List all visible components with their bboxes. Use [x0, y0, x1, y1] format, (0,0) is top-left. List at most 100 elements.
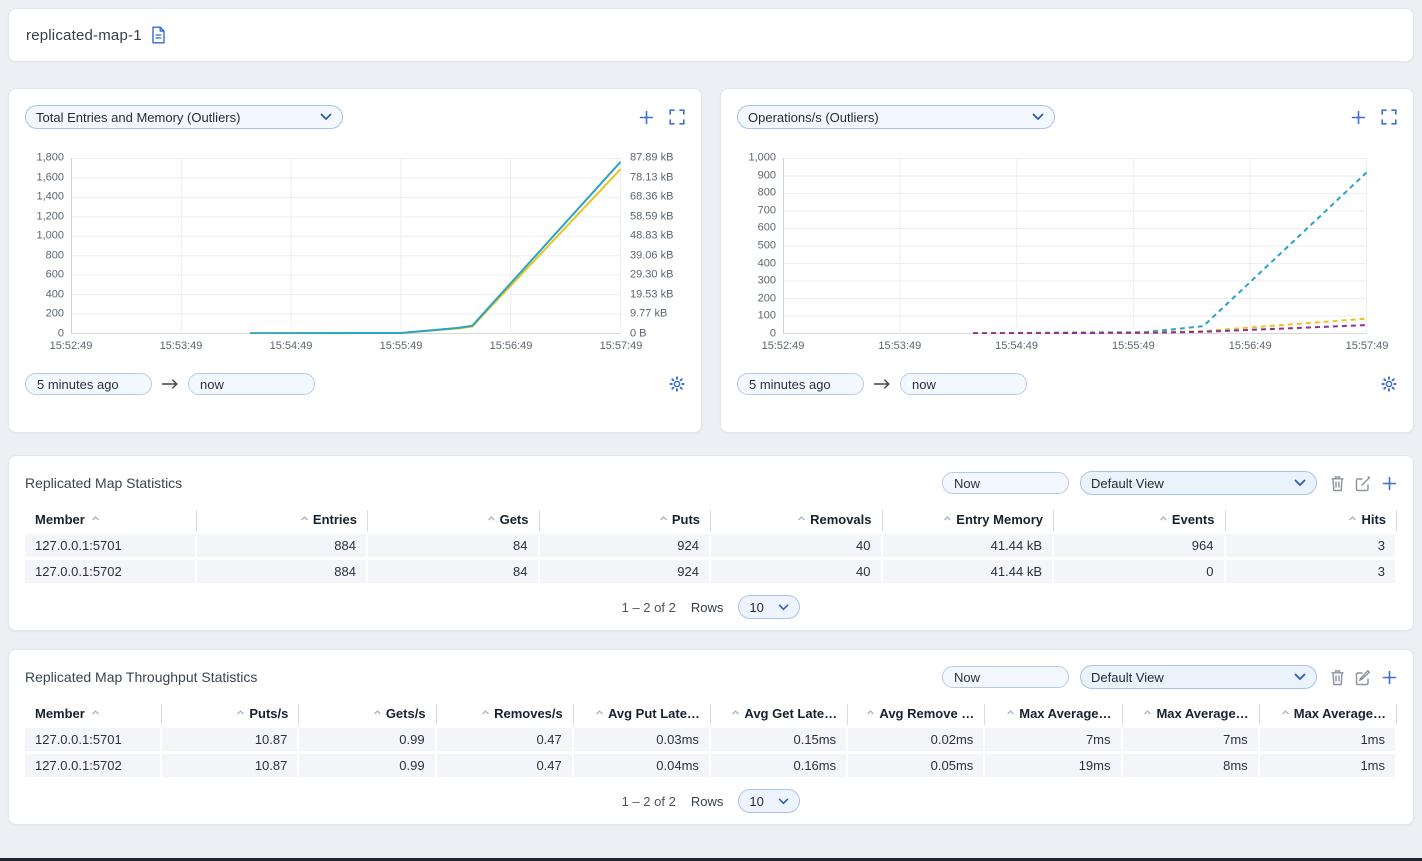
stats-table: MemberEntriesGetsPutsRemovalsEntry Memor… [25, 507, 1397, 586]
sort-caret-icon [91, 515, 100, 522]
view-select[interactable]: Default View [1080, 665, 1317, 689]
table-row[interactable]: 127.0.0.1:570210.870.990.470.04ms0.16ms0… [25, 754, 1397, 777]
y-axis-tick-label: 48.83 kB [630, 231, 673, 242]
y-axis-tick-label: 1,000 [748, 153, 776, 164]
add-view-button[interactable] [1382, 670, 1397, 685]
table-row[interactable]: 127.0.0.1:570110.870.990.470.03ms0.15ms0… [25, 728, 1397, 751]
gear-icon [669, 376, 685, 392]
chart-type-value: Operations/s (Outliers) [748, 110, 879, 125]
delete-view-button[interactable] [1330, 669, 1345, 686]
table-row[interactable]: 127.0.0.1:5702884849244041.44 kB03 [25, 560, 1397, 583]
table-cell: 7ms [985, 728, 1122, 751]
add-chart-button[interactable] [639, 110, 654, 125]
edit-view-button[interactable] [1355, 475, 1372, 492]
y-axis-tick-label: 400 [46, 289, 64, 300]
add-chart-button[interactable] [1351, 110, 1366, 125]
y-axis-tick-label: 1,400 [36, 192, 64, 203]
time-from-input[interactable] [25, 373, 152, 395]
fullscreen-icon [669, 109, 685, 125]
view-select-value: Default View [1091, 476, 1164, 491]
chart-type-select[interactable]: Operations/s (Outliers) [737, 105, 1055, 129]
time-from-input[interactable] [737, 373, 864, 395]
delete-view-button[interactable] [1330, 475, 1345, 492]
column-header-gets-s[interactable]: Gets/s [299, 704, 436, 725]
column-header-max-average[interactable]: Max Average… [985, 704, 1122, 725]
sort-caret-icon [481, 709, 490, 716]
time-to-input[interactable] [188, 373, 315, 395]
x-axis-tick-label: 15:52:49 [50, 340, 93, 352]
y-axis-tick-label: 78.13 kB [630, 172, 673, 183]
table-header-row: MemberPuts/sGets/sRemoves/sAvg Put Late…… [25, 704, 1397, 725]
y-axis-tick-label: 300 [758, 276, 776, 287]
column-header-removals[interactable]: Removals [711, 510, 883, 531]
column-header-entry-memory[interactable]: Entry Memory [883, 510, 1055, 531]
table-cell: 127.0.0.1:5702 [25, 754, 162, 777]
fullscreen-icon [1381, 109, 1397, 125]
chart-settings-button[interactable] [669, 376, 685, 392]
y-axis-tick-label: 200 [46, 309, 64, 320]
chart-svg [71, 158, 621, 334]
chart-panel-operations: Operations/s (Outliers) 1,00090080070060… [720, 88, 1414, 433]
column-header-max-average[interactable]: Max Average… [1260, 704, 1397, 725]
chevron-down-icon [778, 798, 789, 805]
sort-caret-icon [797, 515, 806, 522]
chart-settings-button[interactable] [1381, 376, 1397, 392]
column-header-max-average[interactable]: Max Average… [1123, 704, 1260, 725]
time-to-input[interactable] [900, 373, 1027, 395]
y-axis-tick-label: 29.30 kB [630, 270, 673, 281]
table-time-input[interactable] [942, 472, 1069, 494]
table-cell: 0 [1054, 560, 1226, 583]
column-header-removes-s[interactable]: Removes/s [437, 704, 574, 725]
rows-per-page-select[interactable]: 10 [738, 789, 800, 813]
sort-caret-icon [595, 709, 604, 716]
column-header-events[interactable]: Events [1054, 510, 1226, 531]
column-header-puts[interactable]: Puts [540, 510, 712, 531]
document-icon[interactable] [151, 26, 166, 44]
plus-icon [1382, 670, 1397, 685]
chevron-down-icon [1294, 479, 1306, 487]
column-header-hits[interactable]: Hits [1226, 510, 1398, 531]
table-cell: 1ms [1260, 728, 1397, 751]
table-row[interactable]: 127.0.0.1:5701884849244041.44 kB9643 [25, 534, 1397, 557]
x-axis-tick-label: 15:56:49 [1229, 340, 1272, 352]
expand-chart-button[interactable] [669, 109, 685, 125]
series-line-gets-per-s [973, 319, 1367, 334]
y-axis-tick-label: 100 [758, 311, 776, 322]
y-axis-tick-label: 1,600 [36, 172, 64, 183]
chevron-down-icon [1294, 673, 1306, 681]
table-cell: 0.02ms [848, 728, 985, 751]
y-axis-tick-label: 68.36 kB [630, 192, 673, 203]
column-header-gets[interactable]: Gets [368, 510, 540, 531]
view-select[interactable]: Default View [1080, 471, 1317, 495]
table-cell: 0.15ms [711, 728, 848, 751]
column-header-member[interactable]: Member [25, 510, 197, 531]
add-view-button[interactable] [1382, 476, 1397, 491]
y-axis-tick-label: 800 [758, 188, 776, 199]
table-time-input[interactable] [942, 666, 1069, 688]
table-cell: 964 [1054, 534, 1226, 557]
expand-chart-button[interactable] [1381, 109, 1397, 125]
sort-caret-icon [1281, 709, 1290, 716]
chevron-down-icon [320, 113, 332, 121]
column-header-member[interactable]: Member [25, 704, 162, 725]
table-cell: 0.05ms [848, 754, 985, 777]
table-cell: 0.47 [437, 754, 574, 777]
rows-per-page-select[interactable]: 10 [738, 595, 800, 619]
table-cell: 3 [1226, 534, 1398, 557]
column-header-entries[interactable]: Entries [197, 510, 369, 531]
edit-view-button[interactable] [1355, 669, 1372, 686]
column-header-avg-put-late[interactable]: Avg Put Late… [574, 704, 711, 725]
throughput-table: MemberPuts/sGets/sRemoves/sAvg Put Late…… [25, 701, 1397, 780]
chart-type-select[interactable]: Total Entries and Memory (Outliers) [25, 105, 343, 129]
column-header-avg-get-late[interactable]: Avg Get Late… [711, 704, 848, 725]
sort-caret-icon [1143, 709, 1152, 716]
table-cell: 0.03ms [574, 728, 711, 751]
gear-icon [1381, 376, 1397, 392]
column-header-avg-remove[interactable]: Avg Remove … [848, 704, 985, 725]
y-axis-right: 87.89 kB78.13 kB68.36 kB58.59 kB48.83 kB… [621, 158, 685, 334]
plot-area [783, 158, 1367, 334]
column-header-puts-s[interactable]: Puts/s [162, 704, 299, 725]
chevron-down-icon [1032, 113, 1044, 121]
x-axis-tick-label: 15:55:49 [1112, 340, 1155, 352]
edit-icon [1355, 669, 1372, 686]
